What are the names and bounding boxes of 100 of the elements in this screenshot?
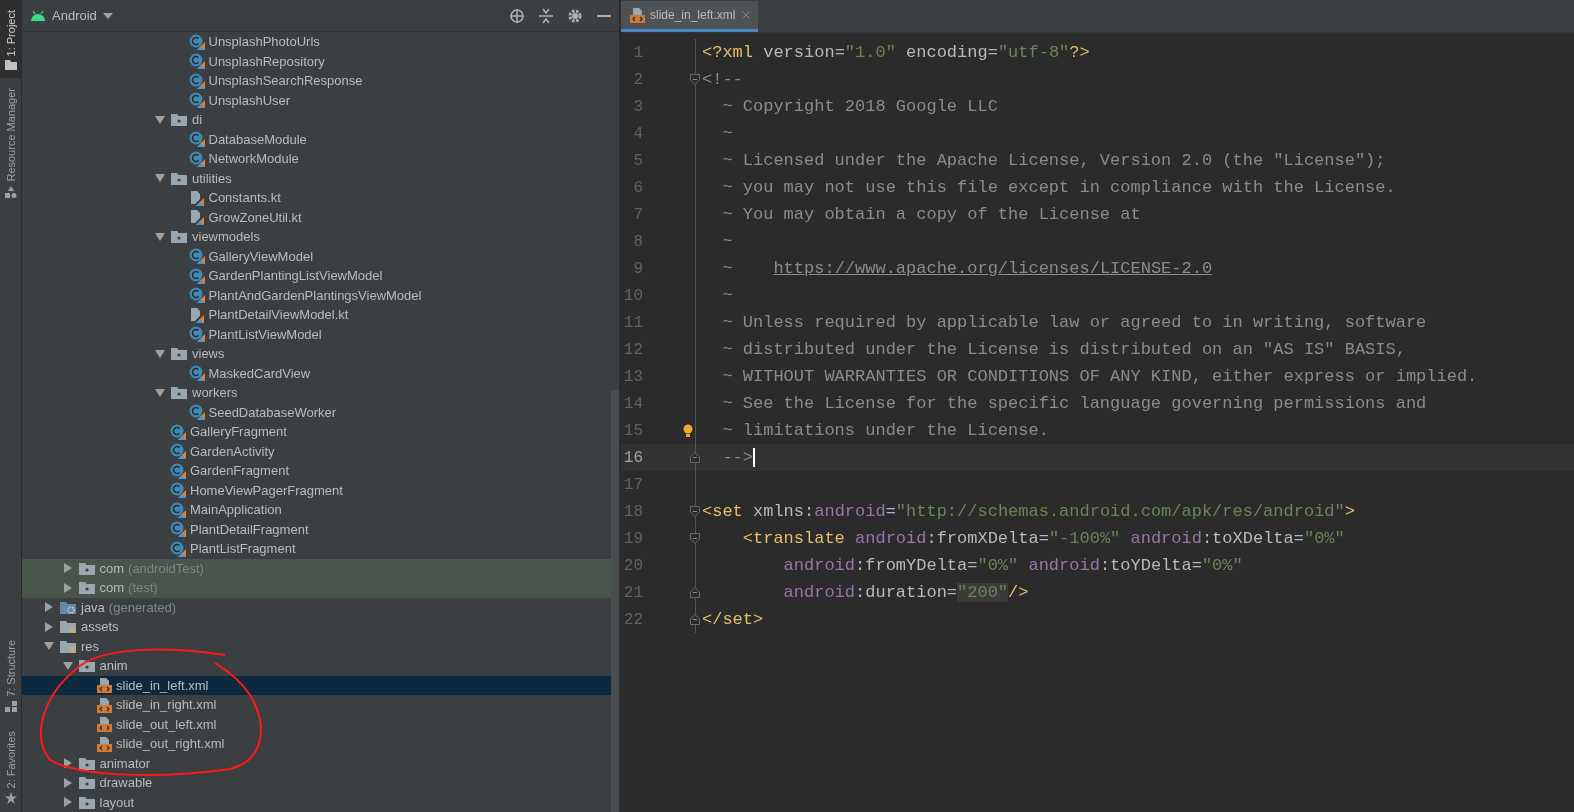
expanded-arrow-icon[interactable] — [155, 173, 165, 184]
tree-item[interactable]: NetworkModule — [22, 149, 611, 169]
tree-item[interactable]: PlantAndGardenPlantingsViewModel — [22, 285, 611, 305]
tree-item[interactable]: MainApplication — [22, 500, 611, 520]
tree-item[interactable]: slide_in_right.xml — [22, 695, 611, 715]
fold-end-icon[interactable] — [690, 614, 700, 625]
tree-item-label: slide_in_right.xml — [116, 697, 217, 713]
folder-icon — [170, 170, 188, 186]
view-dropdown[interactable]: Android — [30, 8, 113, 23]
expanded-arrow-icon[interactable] — [155, 387, 165, 398]
collapsed-arrow-icon[interactable] — [44, 602, 54, 613]
xml-file-icon — [96, 716, 112, 733]
fold-start-icon[interactable] — [690, 506, 700, 517]
code-text: </set> — [702, 610, 764, 629]
expanded-arrow-icon[interactable] — [62, 660, 73, 671]
lightbulb-icon[interactable] — [683, 423, 693, 438]
tree-item[interactable]: PlantListFragment — [22, 539, 611, 559]
settings-icon[interactable] — [567, 7, 583, 24]
tree-item[interactable]: GalleryViewModel — [22, 246, 611, 266]
class-icon — [188, 72, 205, 89]
scrollbar-thumb[interactable] — [611, 390, 619, 812]
collapsed-arrow-icon[interactable] — [62, 582, 73, 593]
collapse-all-icon[interactable] — [539, 7, 553, 24]
collapsed-arrow-icon[interactable] — [62, 777, 73, 788]
line-number: 6 — [632, 178, 643, 197]
folder-gear-icon — [59, 599, 77, 615]
tree-item[interactable]: drawable — [22, 773, 611, 793]
tool-window-tab[interactable]: Resource Manager — [0, 78, 21, 207]
folder-icon — [77, 775, 96, 791]
tree-item[interactable]: GrowZoneUtil.kt — [22, 207, 611, 227]
tree-item[interactable]: slide_out_right.xml — [22, 734, 611, 754]
tree-item-label: assets — [81, 619, 119, 635]
line-number: 8 — [632, 232, 643, 251]
tool-window-tab[interactable]: 2: Favorites — [0, 720, 21, 812]
class-icon — [188, 33, 205, 50]
class-icon — [188, 131, 205, 148]
tree-item[interactable]: GardenActivity — [22, 441, 611, 461]
tool-window-tab[interactable]: 1: Project — [0, 0, 21, 79]
tree-item-label: GrowZoneUtil.kt — [208, 209, 302, 225]
fold-start-icon[interactable] — [690, 74, 700, 85]
tree-item[interactable]: GardenPlantingListViewModel — [22, 266, 611, 286]
tree-item[interactable]: layout — [22, 792, 611, 812]
collapsed-arrow-icon[interactable] — [62, 758, 73, 769]
tree-item[interactable]: PlantDetailFragment — [22, 519, 611, 539]
expanded-arrow-icon[interactable] — [155, 231, 165, 242]
fold-start-icon[interactable] — [690, 533, 700, 544]
fold-end-icon[interactable] — [690, 452, 700, 463]
tree-item-label: workers — [192, 385, 238, 401]
tree-item[interactable]: GardenFragment — [22, 461, 611, 481]
tree-item[interactable]: Constants.kt — [22, 188, 611, 208]
collapsed-arrow-icon[interactable] — [62, 563, 73, 574]
code-text: --> — [702, 448, 755, 467]
tool-window-tab[interactable]: 7: Structure — [0, 629, 21, 721]
tree-item-label: java — [81, 599, 105, 615]
collapsed-arrow-icon[interactable] — [44, 621, 54, 632]
collapsed-arrow-icon[interactable] — [62, 797, 73, 808]
expanded-arrow-icon[interactable] — [155, 114, 165, 125]
tree-item[interactable]: HomeViewPagerFragment — [22, 480, 611, 500]
tree-item[interactable]: SeedDatabaseWorker — [22, 402, 611, 422]
fold-end-icon[interactable] — [690, 587, 700, 598]
tree-item[interactable]: UnsplashRepository — [22, 51, 611, 71]
tree-item[interactable]: utilities — [22, 168, 611, 188]
locate-icon[interactable] — [509, 7, 525, 24]
tree-item[interactable]: workers — [22, 383, 611, 403]
line-number: 11 — [622, 313, 643, 332]
tree-item[interactable]: PlantListViewModel — [22, 324, 611, 344]
resource-folder-icon — [59, 619, 77, 635]
folder-icon — [170, 112, 188, 128]
tree-item[interactable]: UnsplashUser — [22, 90, 611, 110]
editor-tab[interactable]: slide_in_left.xml — [621, 1, 759, 32]
tree-item[interactable]: GalleryFragment — [22, 422, 611, 442]
tree-item[interactable]: PlantDetailViewModel.kt — [22, 305, 611, 325]
tree-item[interactable]: UnsplashPhotoUrls — [22, 32, 611, 52]
tree-item[interactable]: java (generated) — [22, 597, 611, 617]
tree-item[interactable]: UnsplashSearchResponse — [22, 71, 611, 91]
tree-item[interactable]: animator — [22, 753, 611, 773]
tree-item[interactable]: views — [22, 344, 611, 364]
tree-item[interactable]: viewmodels — [22, 227, 611, 247]
tree-item[interactable]: DatabaseModule — [22, 129, 611, 149]
tree-item[interactable]: anim — [22, 656, 611, 676]
code-text: ~ — [721, 232, 733, 251]
tree-item[interactable]: assets — [22, 617, 611, 637]
xml-file-icon — [96, 677, 112, 694]
code-text: ~ — [721, 124, 733, 143]
class-icon — [170, 540, 186, 557]
tree-item-label: slide_out_left.xml — [116, 716, 217, 732]
tree-item[interactable]: slide_out_left.xml — [22, 714, 611, 734]
tree-item[interactable]: slide_in_left.xml — [22, 675, 611, 695]
tree-item-label: PlantListViewModel — [208, 326, 322, 342]
tree-item-label: GardenPlantingListViewModel — [208, 268, 383, 284]
tree-item[interactable]: di — [22, 110, 611, 130]
tree-item-label: slide_in_left.xml — [116, 677, 209, 693]
tree-item[interactable]: res — [22, 636, 611, 656]
folder-icon — [170, 385, 188, 401]
expanded-arrow-icon[interactable] — [44, 641, 54, 652]
tree-item[interactable]: MaskedCardView — [22, 363, 611, 383]
tree-item-label: viewmodels — [192, 229, 260, 245]
tree-item-label: res — [81, 638, 100, 654]
expanded-arrow-icon[interactable] — [155, 348, 165, 359]
tree-item-label: animator — [99, 755, 151, 771]
